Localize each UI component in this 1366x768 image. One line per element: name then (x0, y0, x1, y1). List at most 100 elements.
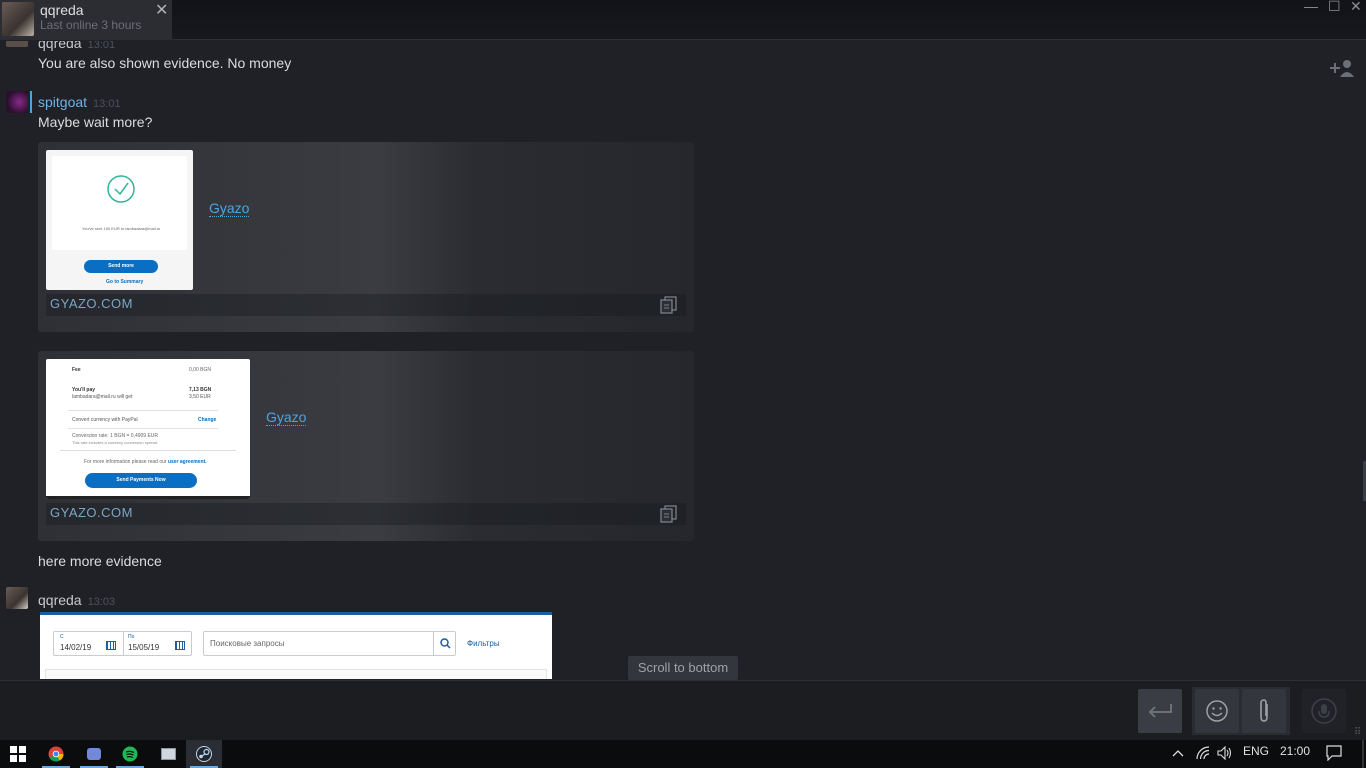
chat-window: qqreda Last online 3 hours ✕ — ☐ ✕ qqred… (0, 0, 1366, 741)
message-input[interactable] (0, 681, 1132, 741)
start-button[interactable] (0, 740, 36, 768)
add-friend-icon[interactable] (1328, 57, 1354, 79)
online-indicator (30, 91, 32, 113)
tab-name: qqreda (40, 2, 84, 18)
scroll-to-bottom-button[interactable]: Scroll to bottom (628, 656, 738, 680)
microphone-icon (1311, 698, 1337, 724)
volume-icon[interactable] (1217, 746, 1233, 760)
sender-name[interactable]: qqreda (38, 592, 82, 608)
attach-button[interactable] (1242, 689, 1286, 733)
language-indicator[interactable]: ENG (1243, 744, 1269, 758)
message-sender[interactable]: qqreda 13:01 (38, 41, 115, 51)
notifications-icon[interactable] (1326, 745, 1342, 761)
photo-viewer-icon (160, 748, 176, 760)
embed-domain[interactable]: GYAZO.COM (50, 296, 133, 311)
image-attachment[interactable]: С 14/02/19 По 15/05/19 Поисковые запросы… (40, 612, 552, 679)
paperclip-icon (1260, 699, 1268, 722)
thumb-text: You'll pay (72, 387, 96, 393)
filters-link: Фильтры (467, 639, 500, 648)
spotify-icon (122, 746, 138, 762)
chat-history[interactable]: qqreda 13:01 You are also shown evidence.… (0, 41, 1366, 679)
date-to-value: 15/05/19 (128, 643, 160, 652)
thumb-text: For more information please read our use… (84, 459, 207, 465)
message-time: 13:03 (87, 596, 116, 608)
steam-icon (196, 746, 212, 762)
thumb-text: Conversion rate: 1 BGN = 0,4909 EUR (72, 433, 159, 439)
chevron-up-icon[interactable] (1172, 748, 1184, 758)
embed-footer: GYAZO.COM (46, 503, 686, 525)
send-button[interactable] (1138, 689, 1182, 733)
calendar-icon (175, 641, 185, 650)
thumb-text: This rate includes a currency conversion… (72, 440, 159, 445)
wifi-icon[interactable] (1196, 746, 1210, 760)
avatar[interactable] (6, 587, 28, 609)
search-placeholder: Поисковые запросы (210, 639, 285, 648)
embed-thumbnail[interactable]: You've sent 150 EUR to lambadara@mail.ru… (46, 150, 193, 290)
thumb-link: user agreement. (167, 459, 207, 465)
copy-link-icon[interactable] (660, 296, 678, 314)
message-time: 13:01 (93, 98, 121, 110)
title-bar: qqreda Last online 3 hours ✕ — ☐ ✕ (0, 0, 1366, 40)
maximize-button[interactable]: ☐ (1328, 0, 1341, 15)
message-sender: spitgoat 13:01 (38, 94, 121, 110)
search-field: Поисковые запросы (203, 631, 456, 656)
avatar[interactable] (6, 91, 28, 113)
thumb-button: Send Payments Now (85, 473, 197, 488)
chat-tab-qqreda[interactable]: qqreda Last online 3 hours ✕ (0, 0, 172, 40)
thumb-text: lambadara@mail.ru will get (72, 394, 133, 400)
calendar-icon (106, 641, 116, 650)
thumb-text: Change (198, 417, 217, 423)
resize-grip-icon[interactable]: ⠿ (1354, 727, 1361, 738)
embed-title[interactable]: Gyazo (266, 409, 307, 426)
date-from-label: С (60, 634, 64, 640)
chrome-taskbar-button[interactable] (38, 740, 74, 768)
thumb-text: Fee (72, 367, 81, 373)
embed-footer: GYAZO.COM (46, 294, 686, 316)
message-text: here more evidence (38, 553, 162, 569)
thumb-text: 0,00 BGN (189, 367, 211, 373)
smiley-icon (1206, 700, 1228, 722)
thumb-text: 7,13 BGN (189, 387, 212, 393)
embed-title[interactable]: Gyazo (209, 200, 250, 217)
close-window-button[interactable]: ✕ (1350, 0, 1362, 15)
check-circle-icon (107, 175, 135, 203)
photos-taskbar-button[interactable] (150, 740, 186, 768)
enter-icon (1148, 704, 1172, 718)
taskbar: ENG 21:00 (0, 740, 1366, 768)
emoticon-button[interactable] (1195, 689, 1239, 733)
avatar (6, 41, 28, 47)
date-range-field: С 14/02/19 По 15/05/19 (53, 631, 192, 656)
link-embed[interactable]: You've sent 150 EUR to lambadara@mail.ru… (38, 142, 694, 332)
thumb-link: Go to Summary (106, 279, 144, 285)
sender-name[interactable]: spitgoat (38, 94, 87, 110)
search-icon (440, 638, 451, 649)
message-time: 13:01 (87, 41, 116, 51)
thumb-text: You've sent 150 EUR to lambadara@mail.ru (82, 226, 161, 231)
steam-taskbar-button[interactable] (186, 740, 222, 768)
copy-link-icon[interactable] (660, 505, 678, 523)
show-desktop-button[interactable] (1362, 740, 1364, 768)
thumb-button: Send more (84, 260, 158, 273)
thumb-text: 3,50 EUR (189, 394, 211, 400)
windows-icon (10, 746, 26, 762)
sender-name[interactable]: qqreda (38, 41, 82, 51)
date-to-label: По (128, 634, 135, 640)
chrome-icon (48, 746, 64, 762)
clock[interactable]: 21:00 (1280, 744, 1310, 758)
close-tab-icon[interactable]: ✕ (155, 0, 168, 20)
discord-taskbar-button[interactable] (76, 740, 112, 768)
spotify-taskbar-button[interactable] (112, 740, 148, 768)
discord-icon (87, 748, 101, 760)
link-embed[interactable]: Fee 0,00 BGN You'll pay 7,13 BGN lambada… (38, 351, 694, 541)
message-text: Maybe wait more? (38, 114, 153, 130)
message-text: You are also shown evidence. No money (38, 55, 292, 71)
embed-domain[interactable]: GYAZO.COM (50, 505, 133, 520)
date-from-value: 14/02/19 (60, 643, 92, 652)
voice-button[interactable] (1302, 689, 1346, 733)
embed-thumbnail[interactable]: Fee 0,00 BGN You'll pay 7,13 BGN lambada… (46, 359, 250, 499)
message-composer: ⠿ (0, 680, 1366, 741)
avatar (2, 2, 34, 36)
minimize-button[interactable]: — (1304, 0, 1318, 14)
tab-status: Last online 3 hours (40, 18, 142, 32)
thumb-text: Convert currency with PayPal (72, 417, 138, 423)
